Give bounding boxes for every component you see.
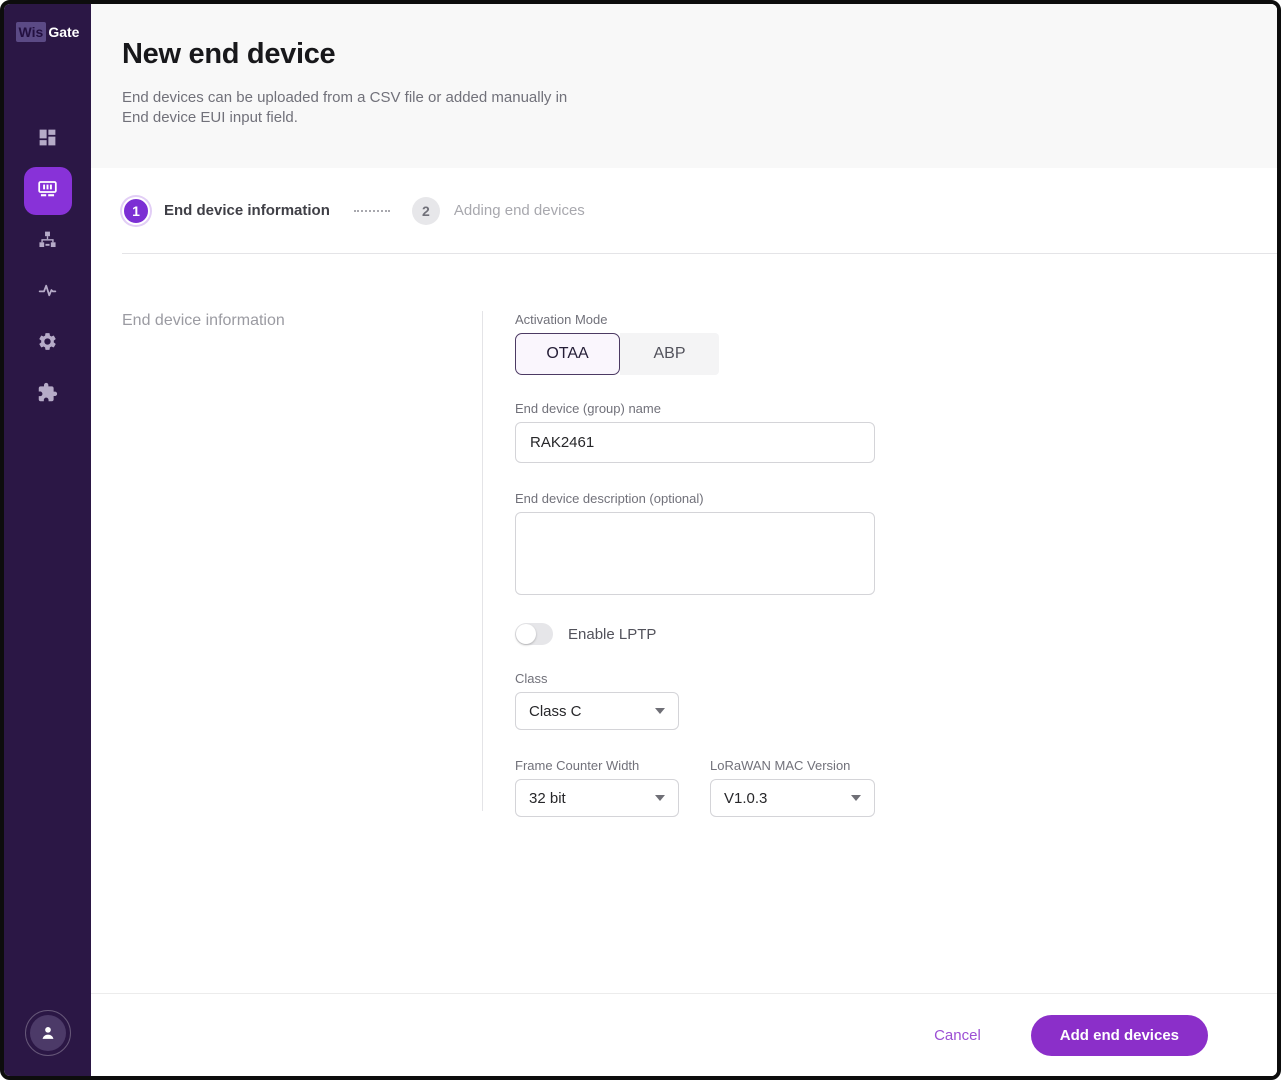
device-name-label: End device (group) name	[515, 401, 661, 416]
sidebar-item-devices[interactable]	[23, 167, 72, 215]
mac-version-label: LoRaWAN MAC Version	[710, 758, 851, 773]
settings-icon	[37, 331, 58, 357]
sidebar-nav	[23, 116, 72, 422]
wisgate-logo: Wis Gate	[15, 22, 80, 42]
frame-counter-select[interactable]: 32 bit	[515, 779, 679, 817]
extensions-icon	[37, 382, 58, 408]
user-menu[interactable]	[24, 1010, 71, 1056]
activation-mode-label: Activation Mode	[515, 312, 608, 327]
device-name-input[interactable]	[515, 422, 875, 463]
page-header: New end device End devices can be upload…	[91, 4, 1277, 168]
app-window: Wis Gate New end device End devices can …	[0, 0, 1281, 1080]
sitemap-icon	[37, 229, 58, 255]
device-description-textarea[interactable]	[515, 512, 875, 595]
step-1-label: End device information	[164, 202, 330, 219]
cancel-button[interactable]: Cancel	[934, 1027, 981, 1044]
page-title: New end device	[122, 38, 336, 70]
user-avatar-icon	[29, 1015, 66, 1051]
stepper-connector	[353, 209, 390, 212]
main-panel: New end device End devices can be upload…	[91, 4, 1277, 1076]
lptp-toggle[interactable]	[515, 623, 553, 645]
class-label: Class	[515, 671, 548, 686]
sidebar-item-extensions[interactable]	[24, 371, 72, 419]
page-description: End devices can be uploaded from a CSV f…	[122, 89, 568, 126]
end-device-form: Activation Mode OTAA ABP End device (gro…	[515, 312, 877, 993]
section-title: End device information	[122, 312, 285, 329]
dropdown-row: Frame Counter Width 32 bit LoRaWAN MAC V…	[515, 758, 877, 817]
step-1-number: 1	[122, 196, 150, 225]
chevron-down-icon	[655, 795, 665, 801]
abp-option[interactable]: ABP	[620, 333, 719, 375]
lptp-toggle-row: Enable LPTP	[515, 623, 877, 645]
mac-version-select[interactable]: V1.0.3	[710, 779, 875, 817]
class-select-value: Class C	[529, 702, 582, 720]
mac-version-value: V1.0.3	[724, 789, 768, 807]
stepper: 1 End device information 2 Adding end de…	[91, 168, 1277, 254]
sidebar-item-dashboard[interactable]	[24, 116, 72, 164]
otaa-option[interactable]: OTAA	[515, 333, 620, 375]
step-2-label: Adding end devices	[453, 202, 585, 219]
dashboard-icon	[37, 127, 58, 153]
chevron-down-icon	[655, 708, 665, 714]
devices-icon	[37, 178, 58, 204]
step-2-number: 2	[411, 196, 440, 225]
class-select[interactable]: Class C	[515, 692, 679, 730]
sidebar: Wis Gate	[4, 4, 91, 1076]
form-body: End device information Activation Mode O…	[91, 254, 1277, 993]
sidebar-item-network[interactable]	[24, 218, 72, 266]
activation-mode-segmented: OTAA ABP	[515, 333, 877, 375]
step-1-end-device-information[interactable]: 1 End device information	[122, 196, 330, 225]
vertical-divider	[482, 311, 483, 811]
sidebar-item-activity[interactable]	[24, 269, 72, 317]
add-end-devices-button[interactable]: Add end devices	[1030, 1014, 1208, 1056]
frame-counter-label: Frame Counter Width	[515, 758, 640, 773]
sidebar-item-settings[interactable]	[24, 320, 72, 368]
activity-icon	[37, 280, 58, 306]
logo-gate: Gate	[48, 24, 80, 40]
logo-wis: Wis	[15, 22, 47, 42]
lptp-toggle-knob	[516, 624, 536, 644]
form-footer: Cancel Add end devices	[91, 993, 1277, 1076]
lptp-toggle-label: Enable LPTP	[568, 625, 657, 643]
device-description-label: End device description (optional)	[515, 491, 704, 506]
frame-counter-value: 32 bit	[529, 789, 566, 807]
chevron-down-icon	[851, 795, 861, 801]
step-2-adding-end-devices[interactable]: 2 Adding end devices	[411, 196, 585, 225]
